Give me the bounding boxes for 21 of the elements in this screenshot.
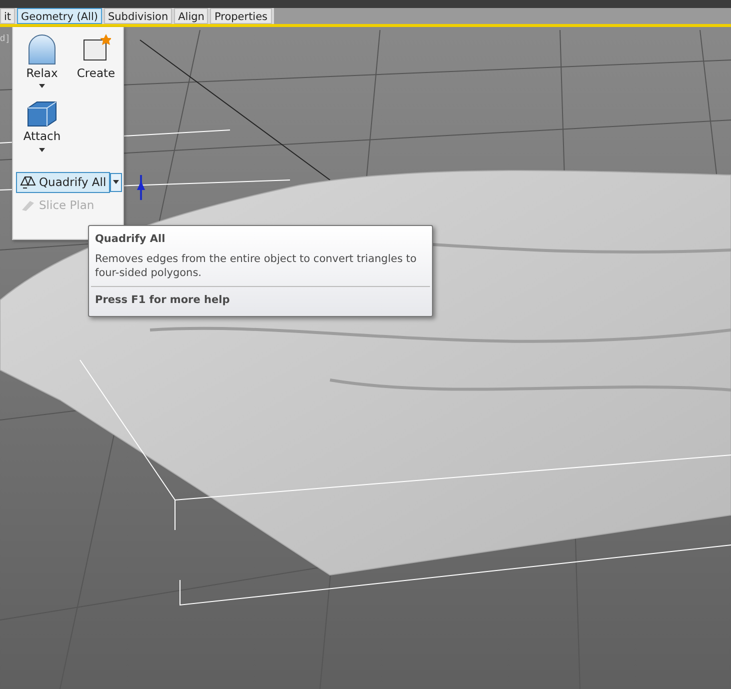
caret-icon xyxy=(39,148,45,152)
axis-gizmo-icon xyxy=(137,175,145,200)
ribbon-button[interactable]: Quadrify All xyxy=(16,172,110,193)
tooltip-title: Quadrify All xyxy=(94,232,166,247)
caret-icon xyxy=(113,180,120,184)
ribbon-tab[interactable]: Properties xyxy=(210,8,272,24)
tooltip-description: Removes edges from the entire object to convert triangles to four-sided polygons. xyxy=(94,252,418,281)
ribbon-button[interactable]: Relax xyxy=(15,33,69,90)
arch-icon xyxy=(27,33,57,65)
ribbon-tab[interactable]: Subdivision xyxy=(104,8,172,24)
ribbon-tab[interactable]: it xyxy=(0,8,16,24)
ribbon-tab[interactable]: Align xyxy=(174,8,208,24)
ribbon-button[interactable]: Attach xyxy=(15,96,69,154)
quad-mesh-icon xyxy=(20,175,36,190)
caret-icon xyxy=(39,84,45,88)
ribbon-tab[interactable]: Geometry (All) xyxy=(17,8,102,24)
dropdown-button[interactable] xyxy=(110,172,122,192)
ribbon-button[interactable]: Create xyxy=(69,33,123,90)
tooltip-help-text: Press F1 for more help xyxy=(94,293,231,308)
viewport-label: d ] xyxy=(0,32,9,45)
knife-icon xyxy=(20,198,36,212)
